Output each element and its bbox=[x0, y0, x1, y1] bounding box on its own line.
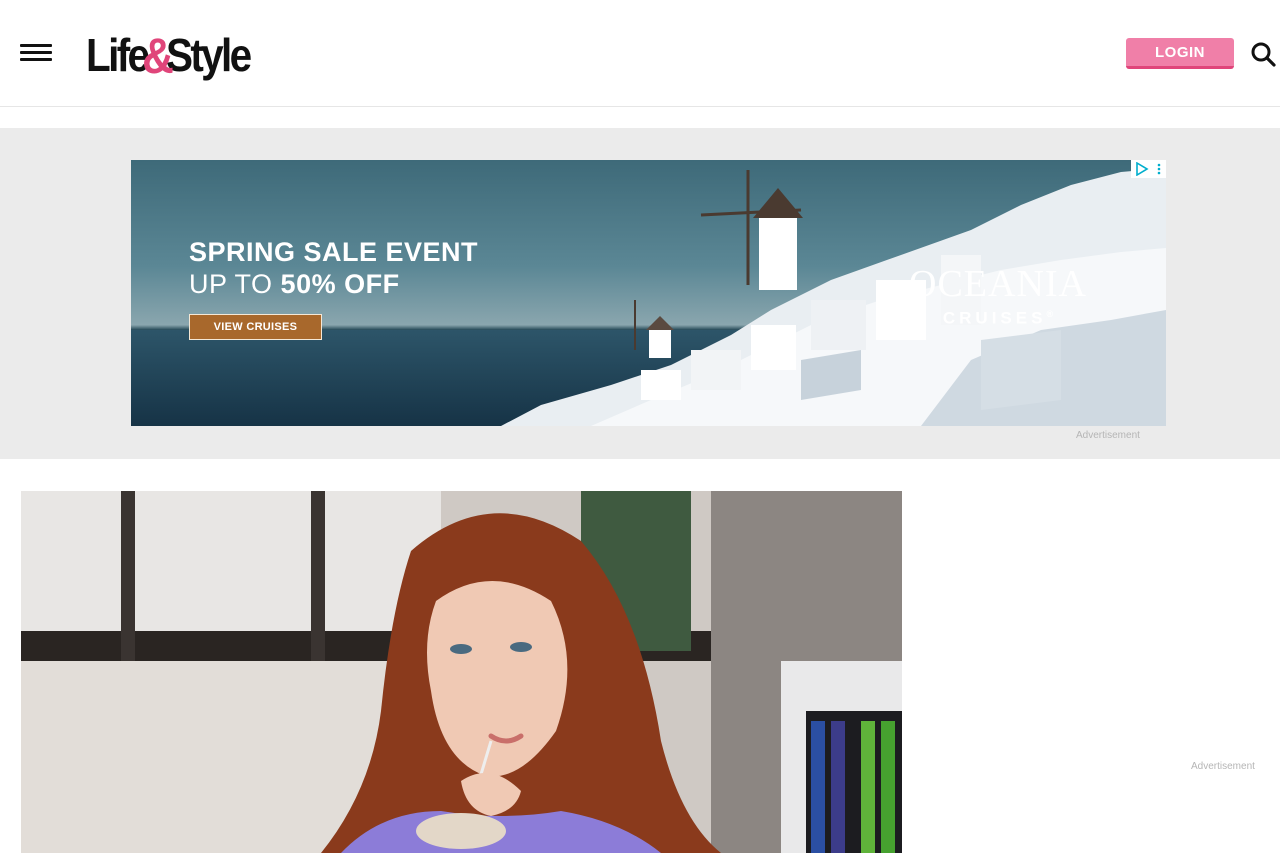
sidebar-advertisement-label: Advertisement bbox=[1191, 761, 1255, 772]
logo-text-style: Style bbox=[165, 29, 252, 81]
top-ad-container: SPRING SALE EVENT UP TO 50% OFF VIEW CRU… bbox=[0, 128, 1280, 459]
advertisement-label: Advertisement bbox=[1076, 430, 1140, 441]
ad-headline-discount: 50% OFF bbox=[280, 269, 400, 299]
logo-text-life: Life bbox=[86, 29, 150, 81]
ad-brand-sub-text: CRUISES bbox=[942, 308, 1047, 328]
oceania-cruises-ad[interactable]: SPRING SALE EVENT UP TO 50% OFF VIEW CRU… bbox=[131, 160, 1166, 426]
logo-text-ampersand: & bbox=[142, 28, 174, 84]
view-cruises-button[interactable]: VIEW CRUISES bbox=[189, 314, 322, 340]
hamburger-menu-icon[interactable] bbox=[20, 42, 53, 66]
login-button[interactable]: LOGIN bbox=[1126, 38, 1234, 69]
ad-brand-sub: CRUISES® bbox=[909, 304, 1087, 329]
site-logo[interactable]: Life&Style bbox=[86, 26, 252, 84]
adchoices-icon[interactable] bbox=[1131, 160, 1166, 178]
hero-photo-illustration bbox=[21, 491, 902, 853]
ad-headline-line2: UP TO 50% OFF bbox=[189, 268, 478, 300]
ad-brand-registered-mark: ® bbox=[1046, 309, 1054, 319]
ad-brand-name: OCEANIA bbox=[909, 263, 1087, 305]
adchoices-more-icon bbox=[1157, 163, 1161, 175]
ad-brand-logo: OCEANIA CRUISES® bbox=[909, 264, 1087, 329]
site-header: Life&Style LOGIN bbox=[0, 0, 1280, 107]
ad-headline-prefix: UP TO bbox=[189, 269, 281, 299]
adchoices-play-icon bbox=[1135, 162, 1149, 176]
search-icon[interactable] bbox=[1249, 40, 1277, 68]
ad-headline-line1: SPRING SALE EVENT bbox=[189, 237, 479, 267]
ad-headline: SPRING SALE EVENT UP TO 50% OFF bbox=[189, 236, 478, 300]
article-hero-image[interactable] bbox=[21, 491, 902, 853]
